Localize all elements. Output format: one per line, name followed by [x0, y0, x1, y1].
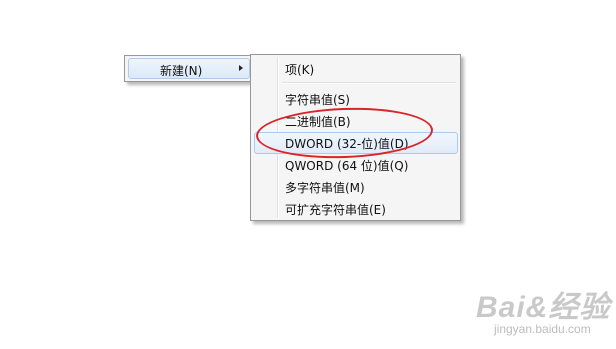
- submenu-item-string-value[interactable]: 字符串值(S): [254, 88, 458, 110]
- submenu-item-multi-string-value[interactable]: 多字符串值(M): [254, 176, 458, 198]
- submenu-item-label: 可扩充字符串值(E): [285, 203, 386, 217]
- submenu-arrow-icon: [239, 65, 243, 71]
- watermark-url: jingyan.baidu.com: [494, 322, 591, 336]
- submenu-item-label: 字符串值(S): [285, 93, 350, 107]
- baidu-jingyan-watermark: Bai&经验 jingyan.baidu.com: [476, 282, 610, 344]
- context-menu: 新建(N): [124, 55, 254, 82]
- menu-item-new-label: 新建(N): [160, 64, 203, 78]
- submenu-item-expandable-string-value[interactable]: 可扩充字符串值(E): [254, 198, 458, 220]
- submenu-item-label: QWORD (64 位)值(Q): [285, 159, 409, 173]
- menu-item-new[interactable]: 新建(N): [128, 58, 250, 79]
- menu-separator: [282, 82, 456, 84]
- submenu-item-label: 项(K): [285, 63, 315, 77]
- baidu-jingyan-logo: Bai&经验: [476, 291, 611, 324]
- submenu-item-label: 多字符串值(M): [285, 181, 365, 195]
- submenu-item-key[interactable]: 项(K): [254, 58, 458, 80]
